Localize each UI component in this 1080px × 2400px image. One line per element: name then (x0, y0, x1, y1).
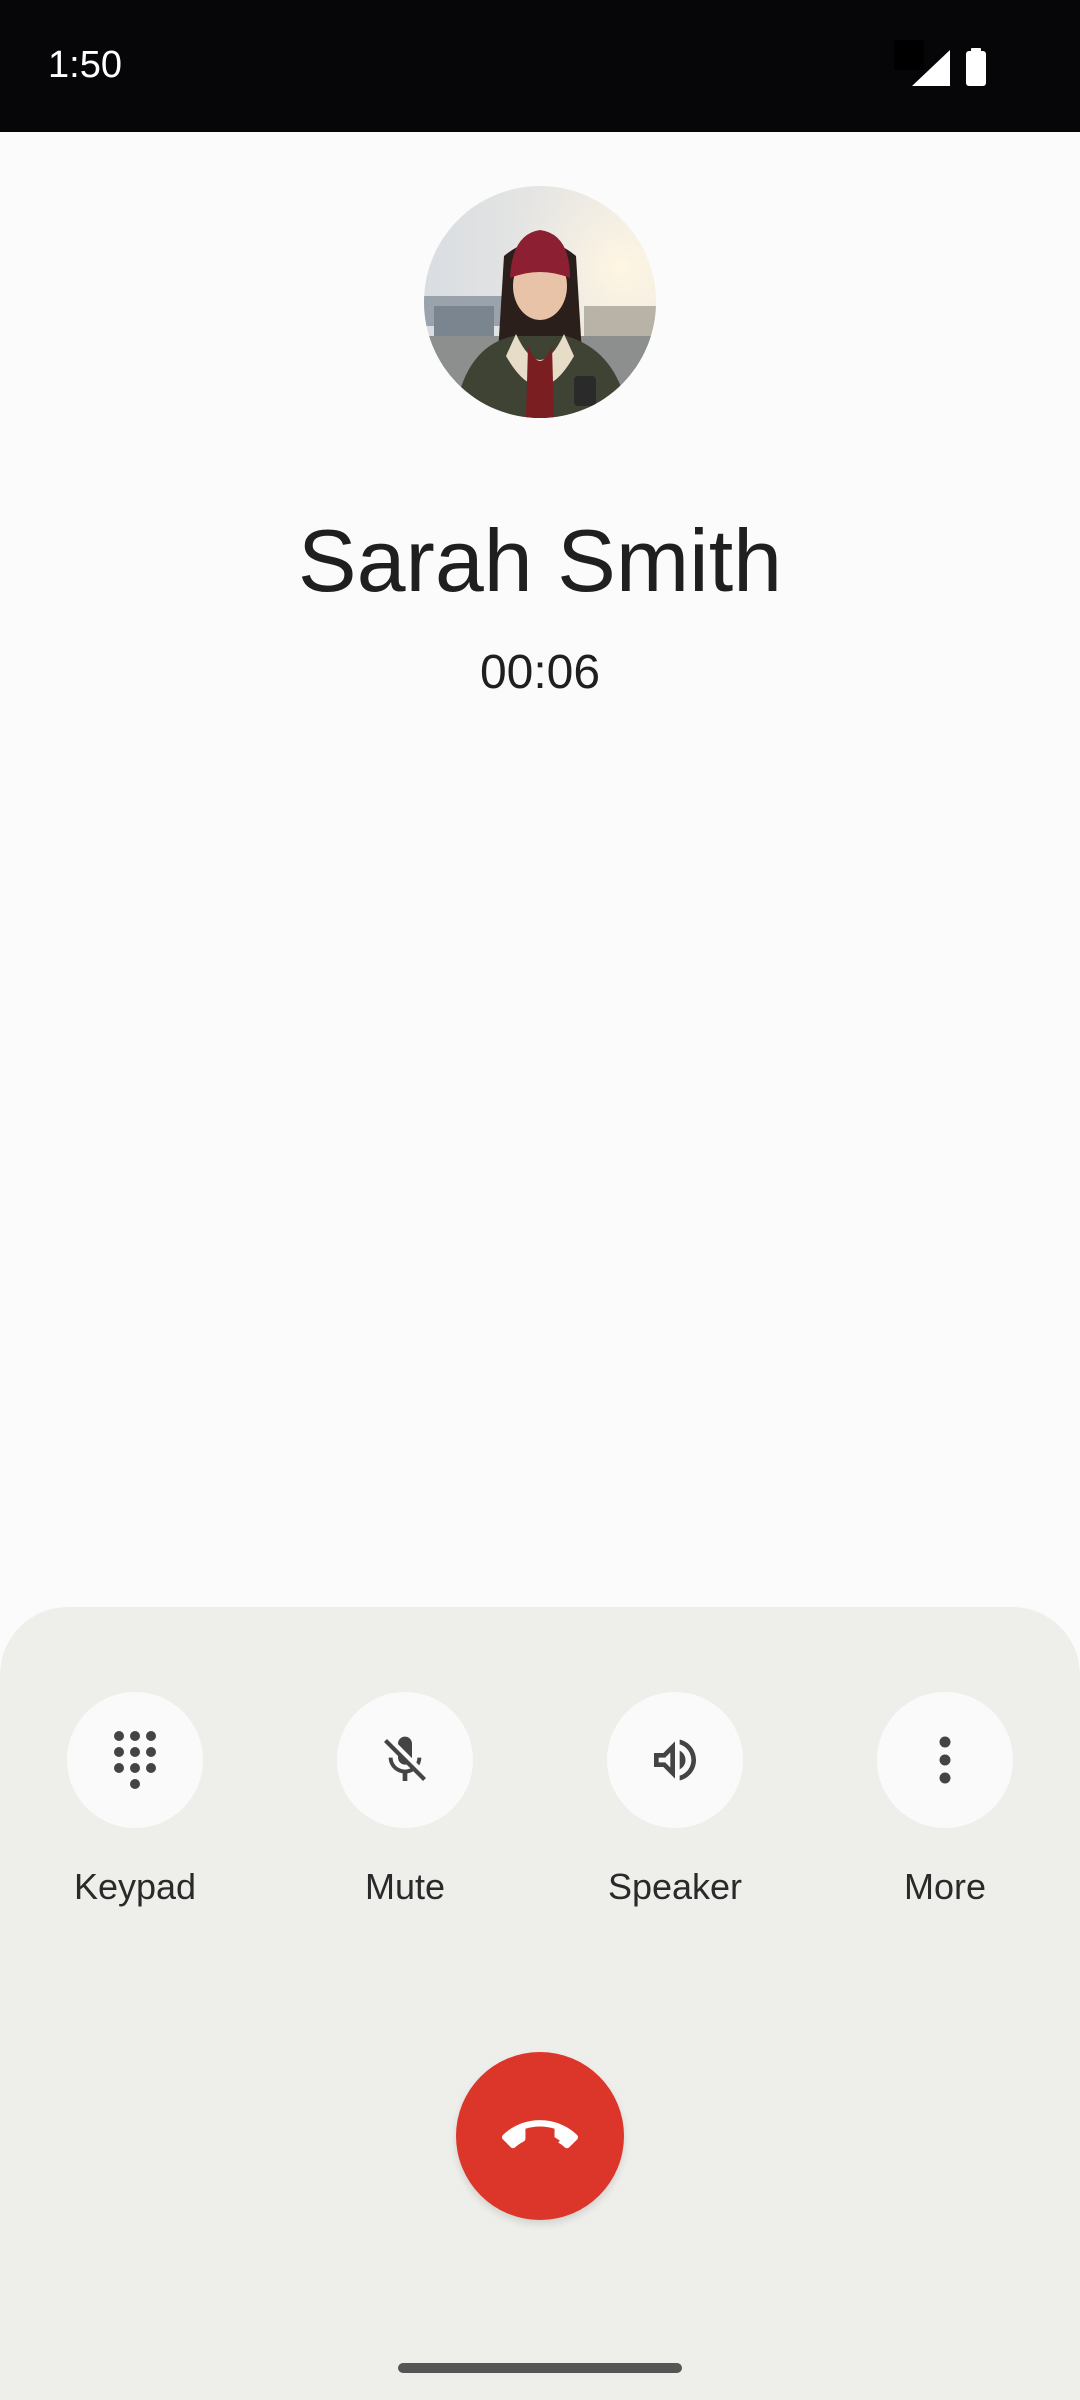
call-duration: 00:06 (479, 646, 601, 699)
caller-name: Sarah Smith (297, 511, 783, 610)
call-end-icon (502, 2120, 578, 2149)
dialpad-icon (114, 1731, 156, 1789)
mute-button-circle[interactable] (337, 1692, 473, 1828)
status-time: 1:50 (48, 44, 122, 86)
caller-avatar (424, 186, 656, 418)
home-indicator[interactable] (398, 2363, 682, 2373)
more-button[interactable]: More (845, 1692, 1045, 1908)
keypad-label: Keypad (73, 1866, 197, 1907)
more-button-circle[interactable] (877, 1692, 1013, 1828)
mic-off-icon (384, 1736, 426, 1781)
end-call-button[interactable] (456, 2052, 624, 2220)
mute-button[interactable]: Mute (305, 1692, 505, 1908)
speaker-button[interactable]: Speaker (575, 1692, 775, 1908)
more-vertical-icon (939, 1736, 951, 1784)
status-icons (894, 40, 1034, 92)
speaker-icon (654, 1739, 696, 1781)
more-label: More (903, 1866, 987, 1907)
battery-icon (966, 48, 986, 86)
keypad-button-circle[interactable] (67, 1692, 203, 1828)
signal-icon (912, 50, 950, 86)
mute-label: Mute (364, 1866, 446, 1907)
speaker-button-circle[interactable] (607, 1692, 743, 1828)
in-call-screen: 1:50 Sarah Smith 00:06 Keypad Mute Speak… (0, 0, 1080, 2400)
keypad-button[interactable]: Keypad (35, 1692, 235, 1908)
status-bar: 1:50 (0, 0, 1080, 132)
speaker-label: Speaker (607, 1866, 743, 1907)
